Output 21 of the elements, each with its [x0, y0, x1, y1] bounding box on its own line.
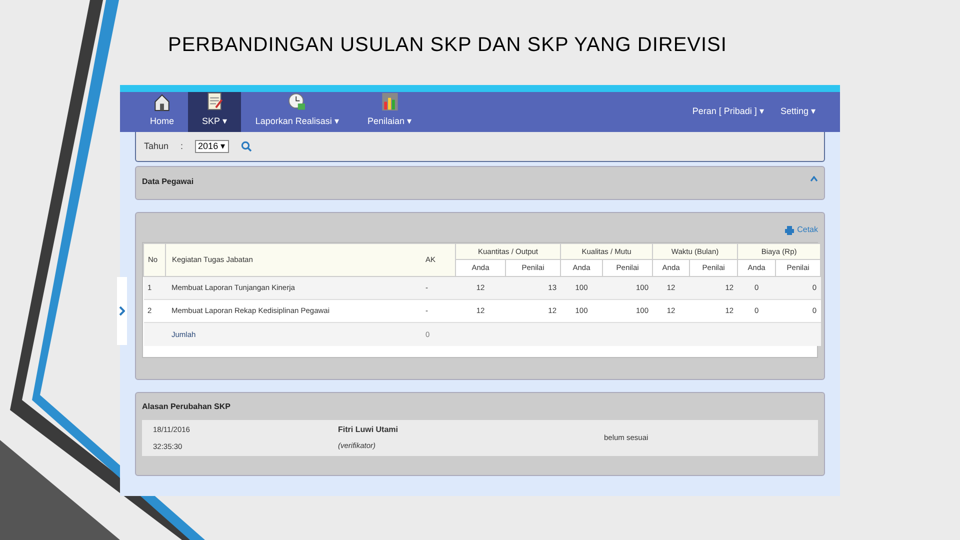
year-label: Tahun	[144, 140, 169, 153]
slide-title: PERBANDINGAN USULAN SKP DAN SKP YANG DIREVISI	[168, 33, 727, 58]
nav-item[interactable]: SKP ▾	[188, 92, 242, 132]
verifier-name: Fitri Luwi Utami	[338, 424, 399, 436]
chevron-right-icon[interactable]	[119, 306, 125, 316]
nav-item[interactable]: Laporkan Realisasi ▾	[241, 92, 354, 132]
panel-title: Alasan Perubahan SKP	[142, 401, 232, 413]
nav-menu[interactable]: Peran [ Pribadi ] ▾	[684, 92, 772, 132]
search-icon[interactable]	[240, 141, 252, 152]
side-panel-handle[interactable]	[117, 277, 127, 345]
year-select[interactable]: 2016 ▾	[195, 140, 229, 153]
document-icon	[206, 92, 224, 112]
nav-item[interactable]: Home	[136, 92, 188, 132]
bar-chart-icon	[380, 92, 399, 112]
nav-item[interactable]: Penilaian ▾	[353, 92, 426, 132]
panel-title: Data Pegawai	[142, 176, 194, 188]
separator: :	[180, 140, 184, 153]
collapse-icon[interactable]	[810, 176, 818, 182]
print-link[interactable]: Cetak	[797, 224, 818, 236]
nav-menu[interactable]: Setting ▾	[772, 92, 824, 132]
house-icon	[153, 92, 171, 112]
